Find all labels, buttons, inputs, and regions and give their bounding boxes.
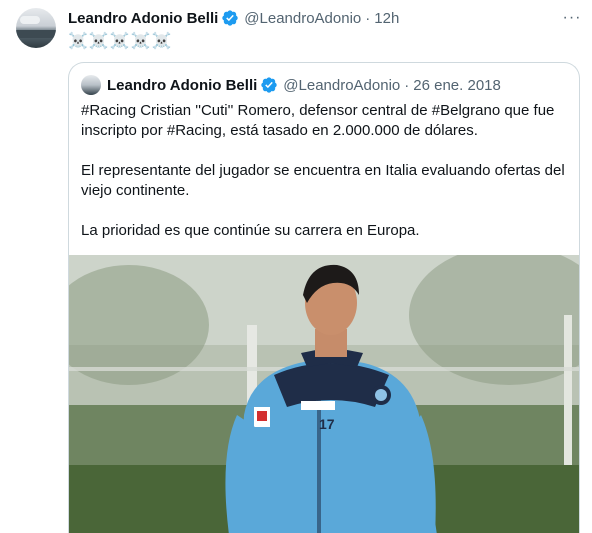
player-photo: 17 [69, 255, 579, 533]
avatar-cloud [20, 16, 40, 24]
author-name[interactable]: Leandro Adonio Belli [68, 10, 218, 27]
quote-author-avatar [81, 75, 101, 95]
quote-paragraph: #Racing Cristian ''Cuti'' Romero, defens… [81, 102, 555, 139]
quote-paragraph: El representante del jugador se encuentr… [81, 162, 565, 199]
quote-author-handle: @LeandroAdonio [283, 76, 401, 94]
author-handle[interactable]: @LeandroAdonio [244, 10, 361, 27]
quote-text: #Racing Cristian ''Cuti'' Romero, defens… [81, 101, 569, 261]
quote-separator: · [404, 76, 410, 94]
verified-badge-icon [261, 77, 277, 93]
avatar-landscape [16, 30, 56, 38]
quoted-tweet[interactable]: Leandro Adonio Belli @LeandroAdonio · 26… [68, 62, 580, 533]
quote-author-name: Leandro Adonio Belli [107, 76, 258, 94]
quote-date: 26 ene. 2018 [413, 76, 501, 94]
tweet-text: ☠️☠️☠️☠️☠️ [68, 33, 173, 50]
quote-photo[interactable]: 17 [69, 255, 579, 533]
tweet[interactable]: Leandro Adonio Belli @LeandroAdonio · 12… [0, 0, 592, 533]
tweet-header: Leandro Adonio Belli @LeandroAdonio · 12… [68, 8, 399, 28]
tweet-time[interactable]: 12h [374, 10, 399, 27]
author-avatar[interactable] [16, 8, 56, 48]
verified-badge-icon [222, 10, 238, 26]
quote-header: Leandro Adonio Belli @LeandroAdonio · 26… [107, 75, 501, 95]
jersey-number: 17 [319, 416, 335, 432]
quote-paragraph: La prioridad es que continúe su carrera … [81, 222, 420, 239]
header-separator: · [365, 9, 371, 27]
more-icon[interactable]: ··· [560, 6, 584, 30]
